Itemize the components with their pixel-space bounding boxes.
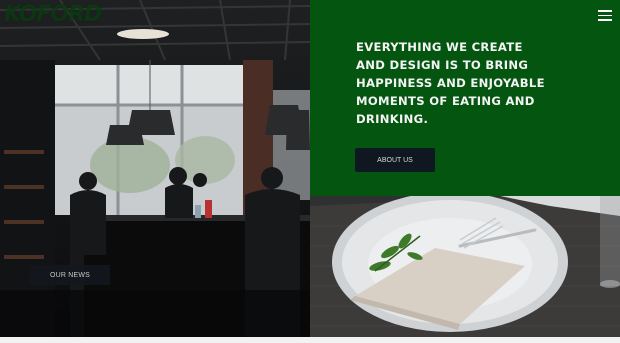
hero-panel: EVERYTHING WE CREATE AND DESIGN IS TO BR… xyxy=(310,0,620,196)
our-news-button[interactable]: OUR NEWS xyxy=(30,265,110,285)
hamburger-menu-icon[interactable] xyxy=(598,10,612,21)
plate-scene xyxy=(310,196,620,337)
about-us-button[interactable]: ABOUT US xyxy=(355,148,435,172)
bottom-strip xyxy=(0,337,620,343)
hero-headline: EVERYTHING WE CREATE AND DESIGN IS TO BR… xyxy=(356,40,545,126)
cafe-interior-photo: KOFORD OUR NEWS xyxy=(0,0,310,337)
brand-logo[interactable]: KOFORD xyxy=(4,2,102,27)
plate-photo xyxy=(310,196,620,337)
cafe-scene xyxy=(0,0,310,337)
